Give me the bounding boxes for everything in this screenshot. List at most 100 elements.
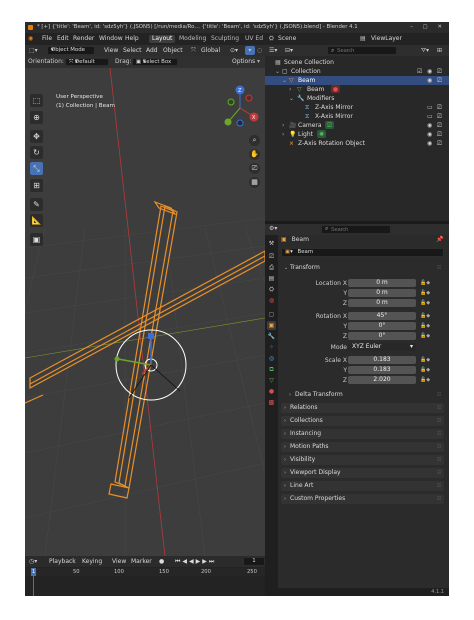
- editor-type-icon[interactable]: ⬚▾: [29, 45, 38, 56]
- menu-marker[interactable]: Marker: [131, 556, 152, 567]
- eye-icon[interactable]: ◉: [427, 76, 432, 85]
- beam-object[interactable]: [29, 200, 265, 499]
- outliner-editor-icon[interactable]: ☰▾: [269, 45, 277, 56]
- outliner-row-z-axis-rotation-object[interactable]: ⨯ Z-Axis Rotation Object ◉ ⎚: [265, 139, 449, 148]
- chevron-right-icon[interactable]: ›: [282, 130, 284, 139]
- lock-icon[interactable]: 🔓◆: [420, 322, 430, 331]
- display-mode-icon[interactable]: ⊟▾: [285, 45, 293, 56]
- panel-delta-transform[interactable]: › Delta Transform ⁝⁝: [286, 390, 444, 400]
- snap-icon[interactable]: ⌖: [245, 46, 255, 55]
- drag-handle-icon[interactable]: ⁝⁝: [437, 481, 441, 491]
- data-tab-icon[interactable]: ▽: [267, 376, 276, 385]
- menu-add[interactable]: Add: [146, 45, 158, 56]
- current-frame-field[interactable]: 1: [243, 557, 265, 566]
- scale-y-field[interactable]: 0.183: [348, 366, 416, 374]
- drag-handle-icon[interactable]: ⁝⁝: [437, 494, 441, 504]
- properties-editor[interactable]: ⚙▾ ⌕ ⚒ ⎚ ⎙ ▤ ⛭ ◍ ▢ ▣ 🔧 ⁘ ◎ ⧉ ▽ ● ▩ ▣ Bea…: [265, 224, 449, 596]
- add-cube-tool-icon[interactable]: ▣: [30, 233, 43, 246]
- window-controls[interactable]: – ▢ ✕: [410, 22, 446, 33]
- camera-render-icon[interactable]: ⎚: [437, 103, 442, 112]
- lock-icon[interactable]: 🔓◆: [420, 376, 430, 385]
- tab-sculpting[interactable]: Sculpting: [208, 35, 242, 43]
- menu-file[interactable]: File: [42, 33, 52, 45]
- drag-handle-icon[interactable]: ⁝⁝: [437, 416, 441, 426]
- output-tab-icon[interactable]: ⎙: [267, 263, 276, 272]
- tab-modeling[interactable]: Modeling: [176, 35, 209, 43]
- lock-icon[interactable]: 🔓◆: [420, 332, 430, 341]
- panel-viewport-display[interactable]: › Viewport Display ⁝⁝: [281, 468, 444, 478]
- perspective-toggle-icon[interactable]: ▦: [249, 177, 260, 188]
- lock-icon[interactable]: 🔓◆: [420, 299, 430, 308]
- menu-view-timeline[interactable]: View: [112, 556, 126, 567]
- chevron-down-icon[interactable]: ⌄: [275, 67, 280, 76]
- outliner-row-x-axis-mirror[interactable]: ⧖ X-Axis Mirror ▭ ⎚: [265, 112, 449, 121]
- lock-icon[interactable]: 🔓◆: [420, 366, 430, 375]
- annotate-tool-icon[interactable]: ✎: [30, 198, 43, 211]
- constraints-tab-icon[interactable]: ⧉: [267, 365, 276, 374]
- eye-icon[interactable]: ◉: [427, 139, 432, 148]
- outliner[interactable]: ☰▾ ⊟▾ ⌕ ⛛▾ ⊞ ▦ Scene Collection ⌄ ▢ Coll…: [265, 45, 449, 221]
- rotation-mode-select[interactable]: XYZ Euler ▾: [348, 343, 416, 351]
- drag-handle-icon[interactable]: ⁝⁝: [437, 468, 441, 478]
- rotation-z-field[interactable]: 0°: [348, 332, 416, 340]
- new-collection-icon[interactable]: ⊞: [437, 45, 442, 56]
- lock-icon[interactable]: 🔓◆: [420, 312, 430, 321]
- timeline-editor[interactable]: ◷▾ Playback Keying View Marker ● ⏮◀◀▶▶⏭ …: [25, 556, 265, 596]
- chevron-right-icon[interactable]: ›: [282, 121, 284, 130]
- drag-handle-icon[interactable]: ⁝⁝: [437, 263, 441, 273]
- location-x-field[interactable]: 0 m: [348, 279, 416, 287]
- menu-object[interactable]: Object: [163, 45, 183, 56]
- select-box-tool-icon[interactable]: ⬚: [30, 94, 43, 107]
- outliner-row-beam-mesh[interactable]: › ▽ Beam ●: [265, 85, 449, 94]
- panel-collections[interactable]: › Collections ⁝⁝: [281, 416, 444, 426]
- record-icon[interactable]: ●: [159, 556, 164, 567]
- blender-menu-icon[interactable]: ◉: [28, 33, 33, 45]
- camera-render-icon[interactable]: ⎚: [437, 139, 442, 148]
- menu-keying[interactable]: Keying: [82, 556, 102, 567]
- location-y-field[interactable]: 0 m: [348, 289, 416, 297]
- pivot-icon[interactable]: ⊙▾: [230, 45, 238, 56]
- texture-tab-icon[interactable]: ▩: [267, 398, 276, 407]
- drag-handle-icon[interactable]: ⁝⁝: [437, 455, 441, 465]
- camera-render-icon[interactable]: ⎚: [437, 76, 442, 85]
- rotation-y-field[interactable]: 0°: [348, 322, 416, 330]
- panel-visibility[interactable]: › Visibility ⁝⁝: [281, 455, 444, 465]
- mode-select[interactable]: Object Mode ▾: [47, 46, 95, 55]
- panel-line-art[interactable]: › Line Art ⁝⁝: [281, 481, 444, 491]
- tool-tab-icon[interactable]: ⚒: [267, 239, 276, 248]
- modifier-tab-icon[interactable]: 🔧: [267, 332, 276, 341]
- chevron-right-icon[interactable]: ›: [289, 85, 291, 94]
- camera-render-icon[interactable]: ⎚: [437, 121, 442, 130]
- playhead[interactable]: 1: [31, 568, 37, 576]
- camera-render-icon[interactable]: ⎚: [437, 67, 442, 76]
- filter-icon[interactable]: ⛛▾: [421, 45, 429, 56]
- render-tab-icon[interactable]: ⎚: [267, 252, 276, 261]
- scale-x-field[interactable]: 0.183: [348, 356, 416, 364]
- properties-editor-icon[interactable]: ⚙▾: [269, 225, 277, 232]
- navigation-gizmo[interactable]: Z X: [224, 85, 259, 127]
- transform-orientation[interactable]: Global: [201, 45, 220, 56]
- camera-render-icon[interactable]: ⎚: [437, 130, 442, 139]
- chevron-down-icon[interactable]: ⌄: [289, 94, 294, 103]
- object-name-field[interactable]: ▣▾ Beam: [281, 248, 444, 257]
- playback-controls[interactable]: ⏮◀◀▶▶⏭: [175, 556, 216, 567]
- lock-icon[interactable]: 🔓◆: [420, 289, 430, 298]
- panel-custom-properties[interactable]: › Custom Properties ⁝⁝: [281, 494, 444, 504]
- menu-help[interactable]: Help: [125, 33, 139, 45]
- view-layer-name[interactable]: ViewLayer: [371, 33, 402, 45]
- pin-icon[interactable]: 📌: [436, 235, 443, 245]
- eye-icon[interactable]: ◉: [427, 121, 432, 130]
- pan-hand-icon[interactable]: ✋: [249, 149, 260, 160]
- proportional-icon[interactable]: ◌: [257, 45, 262, 56]
- world-tab-icon[interactable]: ◍: [267, 296, 276, 305]
- chevron-down-icon[interactable]: ⌄: [282, 76, 287, 85]
- eye-icon[interactable]: ◉: [427, 67, 432, 76]
- properties-search-input[interactable]: [321, 225, 391, 234]
- rotation-x-field[interactable]: 45°: [348, 312, 416, 320]
- menu-view[interactable]: View: [104, 45, 118, 56]
- collection-tab-icon[interactable]: ▢: [267, 310, 276, 319]
- drag-handle-icon[interactable]: ⁝⁝: [437, 390, 441, 400]
- outliner-row-modifiers[interactable]: ⌄ 🔧 Modifiers: [265, 94, 449, 103]
- outliner-search-input[interactable]: [327, 46, 397, 55]
- orientation-select[interactable]: ⤧ Default ▾: [65, 58, 109, 66]
